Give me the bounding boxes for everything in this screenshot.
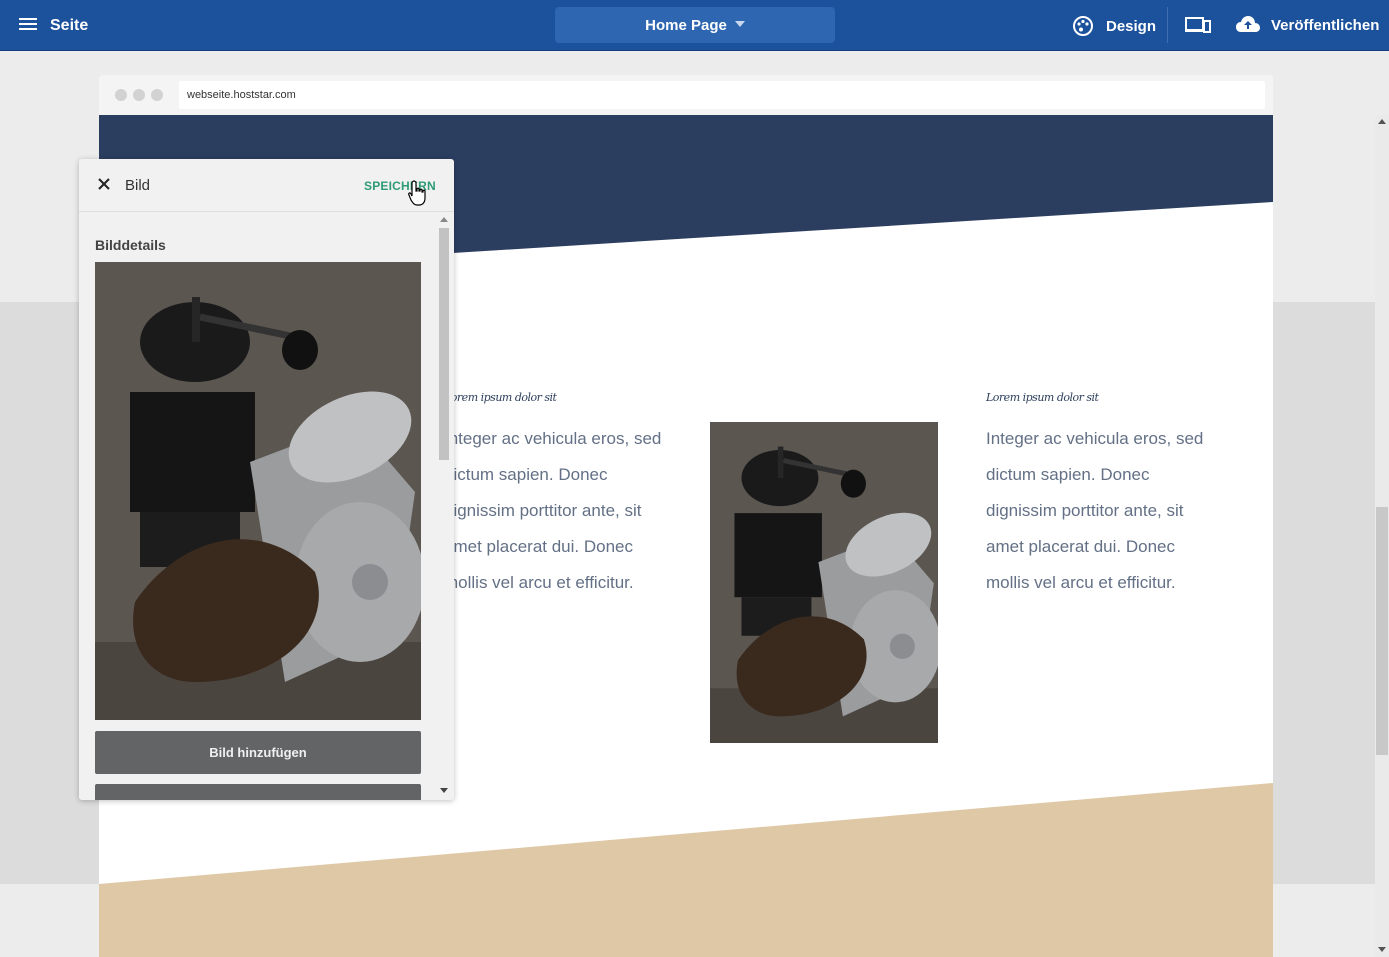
image-details-heading: Bilddetails (95, 237, 166, 253)
design-label: Design (1106, 17, 1157, 35)
panel-title: Bild (125, 177, 151, 194)
text-line: dignissim porttitor ante, sit (986, 501, 1184, 520)
column1-text: Integer ac vehicula eros, sed dictum sap… (444, 421, 661, 601)
page-scrollbar[interactable] (1375, 115, 1389, 957)
text-line: mollis vel arcu et efficitur. (986, 573, 1176, 592)
page-selector-value: Home Page (645, 17, 727, 34)
text-line: dictum sapien. Donec (444, 465, 608, 484)
publish-label: Veröffentlichen (1271, 16, 1380, 34)
panel-scrollbar[interactable] (437, 214, 451, 800)
scroll-down-icon[interactable] (440, 788, 448, 793)
column2-text: Integer ac vehicula eros, sed dictum sap… (986, 421, 1203, 601)
design-button[interactable]: Design (1072, 15, 1156, 37)
page-selector-dropdown[interactable]: Home Page (555, 7, 835, 43)
url-bar[interactable]: webseite.hoststar.com (179, 81, 1265, 109)
toolbar-divider (1167, 7, 1168, 43)
text-line: dictum sapien. Donec (986, 465, 1150, 484)
scroll-up-icon[interactable] (1378, 119, 1386, 124)
cloud-upload-icon (1236, 16, 1260, 32)
window-dots (115, 89, 163, 101)
hamburger-menu-icon[interactable] (18, 15, 38, 35)
column2-caption: Lorem ipsum dolor sit (986, 391, 1099, 404)
panel-header: Bild SPEICHERN (79, 159, 454, 212)
scroll-up-icon[interactable] (440, 217, 448, 222)
scroll-down-icon[interactable] (1378, 947, 1386, 952)
column1-caption: Lorem ipsum dolor sit (444, 391, 557, 404)
text-line: Integer ac vehicula eros, sed (444, 429, 662, 448)
text-line: amet placerat dui. Donec (444, 537, 633, 556)
palette-icon (1073, 16, 1093, 36)
text-line: amet placerat dui. Donec (986, 537, 1175, 556)
text-line: mollis vel arcu et efficitur. (444, 573, 634, 592)
top-toolbar: Seite Home Page Design Veröffentlichen (0, 0, 1389, 51)
close-icon[interactable] (96, 176, 112, 192)
text-line: dignissim porttitor ante, sit (444, 501, 642, 520)
device-preview-button[interactable] (1185, 16, 1211, 39)
selected-image-preview[interactable] (95, 262, 421, 720)
hand-cursor-icon (408, 180, 426, 206)
chevron-down-icon (734, 21, 745, 28)
scrollbar-thumb[interactable] (1376, 507, 1388, 755)
devices-icon (1185, 17, 1211, 33)
coffee-grinder-image[interactable] (710, 422, 938, 743)
image-settings-panel: Bild SPEICHERN Bilddetails Bild hinzufüg… (79, 159, 454, 800)
scrollbar-thumb[interactable] (439, 228, 449, 460)
text-line: Integer ac vehicula eros, sed (986, 429, 1204, 448)
secondary-button[interactable] (95, 784, 421, 800)
page-menu-label[interactable]: Seite (50, 17, 88, 35)
add-image-button[interactable]: Bild hinzufügen (95, 731, 421, 774)
publish-button[interactable]: Veröffentlichen (1235, 15, 1379, 35)
